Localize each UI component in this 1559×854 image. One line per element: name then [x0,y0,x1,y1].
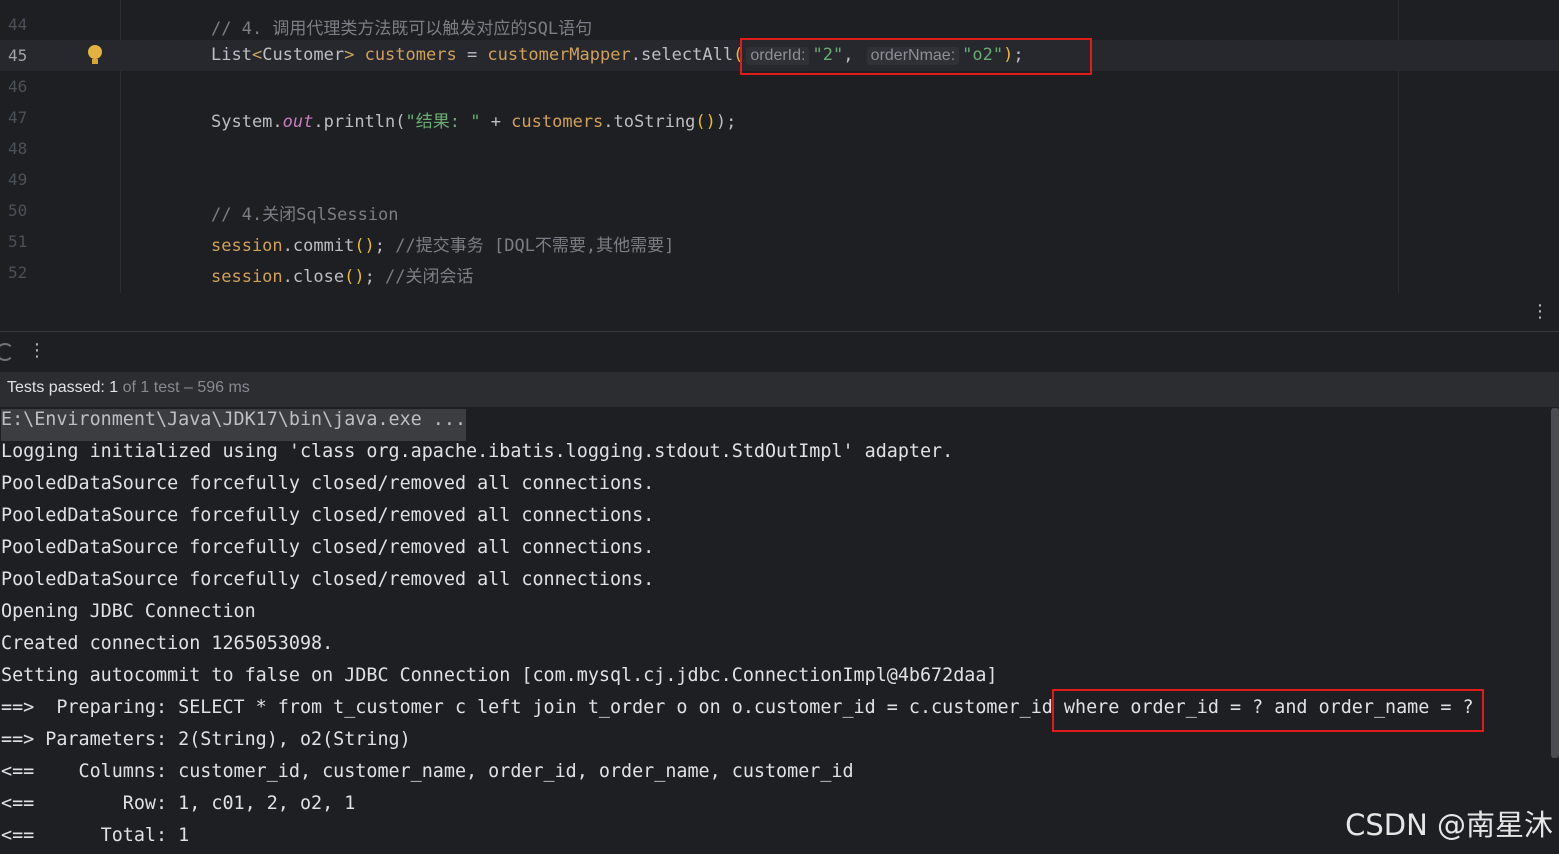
console-line: Setting autocommit to false on JDBC Conn… [1,665,998,686]
console-line-parameters: ==> Parameters: 2(String), o2(String) [1,729,411,750]
panel-splitter[interactable]: ⋮ [0,293,1559,332]
code-text: session.close(); //关闭会话 [211,267,474,287]
rerun-icon[interactable] [0,343,14,361]
console-line: PooledDataSource forcefully closed/remov… [1,473,655,494]
console-line: Opening JDBC Connection [1,601,256,622]
test-status-text: Tests passed: 1 of 1 test – 596 ms [7,379,250,396]
code-comment: // 4. 调用代理类方法既可以触发对应的SQL语句 [211,19,593,39]
code-text: session.commit(); //提交事务 [DQL不需要,其他需要] [211,236,675,256]
code-comment: // 4.关闭SqlSession [211,205,399,225]
console-line-command: E:\Environment\Java\JDK17\bin\java.exe .… [1,409,467,441]
console-line-columns: <== Columns: customer_id, customer_name,… [1,761,854,782]
code-text: System.out.println("结果: " + customers.to… [211,112,737,132]
line-number: 46 [8,77,28,96]
test-status-bar: Tests passed: 1 of 1 test – 596 ms [0,373,1559,407]
line-number: 52 [8,263,28,282]
code-line-49[interactable]: 49 [0,164,1559,195]
line-number: 51 [8,232,28,251]
code-line-50[interactable]: 50 // 4.关闭SqlSession [0,195,1559,226]
line-number: 50 [8,201,28,220]
console-line: PooledDataSource forcefully closed/remov… [1,505,655,526]
line-number: 45 [8,46,28,65]
code-line-44[interactable]: 44 // 4. 调用代理类方法既可以触发对应的SQL语句 [0,9,1559,40]
run-toolbar: ⋮ [0,332,1559,373]
console-line: PooledDataSource forcefully closed/remov… [1,569,655,590]
code-line-51[interactable]: 51 session.commit(); //提交事务 [DQL不需要,其他需要… [0,226,1559,257]
code-line-52[interactable]: 52 session.close(); //关闭会话 [0,257,1559,288]
watermark: CSDN @南星沐 [1345,808,1553,842]
line-number: 49 [8,170,28,189]
more-options-icon[interactable]: ⋮ [1531,301,1549,322]
console-line-total: <== Total: 1 [1,825,190,846]
line-number: 48 [8,139,28,158]
code-editor[interactable]: 44 // 4. 调用代理类方法既可以触发对应的SQL语句 45 List<Cu… [0,0,1559,293]
highlight-box-method-call [740,38,1092,75]
console-line: PooledDataSource forcefully closed/remov… [1,537,655,558]
code-line-47[interactable]: 47 System.out.println("结果: " + customers… [0,102,1559,133]
line-number: 44 [8,15,28,34]
console-line: Logging initialized using 'class org.apa… [1,441,954,462]
console-scrollbar[interactable] [1551,408,1559,758]
console-line-row: <== Row: 1, c01, 2, o2, 1 [1,793,356,814]
code-line-48[interactable]: 48 [0,133,1559,164]
line-number: 47 [8,108,28,127]
console-line: Created connection 1265053098. [1,633,334,654]
more-options-icon[interactable]: ⋮ [28,340,46,361]
code-line-46[interactable]: 46 [0,71,1559,102]
lightbulb-icon[interactable] [87,45,103,65]
console-output[interactable]: E:\Environment\Java\JDK17\bin\java.exe .… [0,408,1552,854]
highlight-box-where-clause [1052,689,1484,732]
